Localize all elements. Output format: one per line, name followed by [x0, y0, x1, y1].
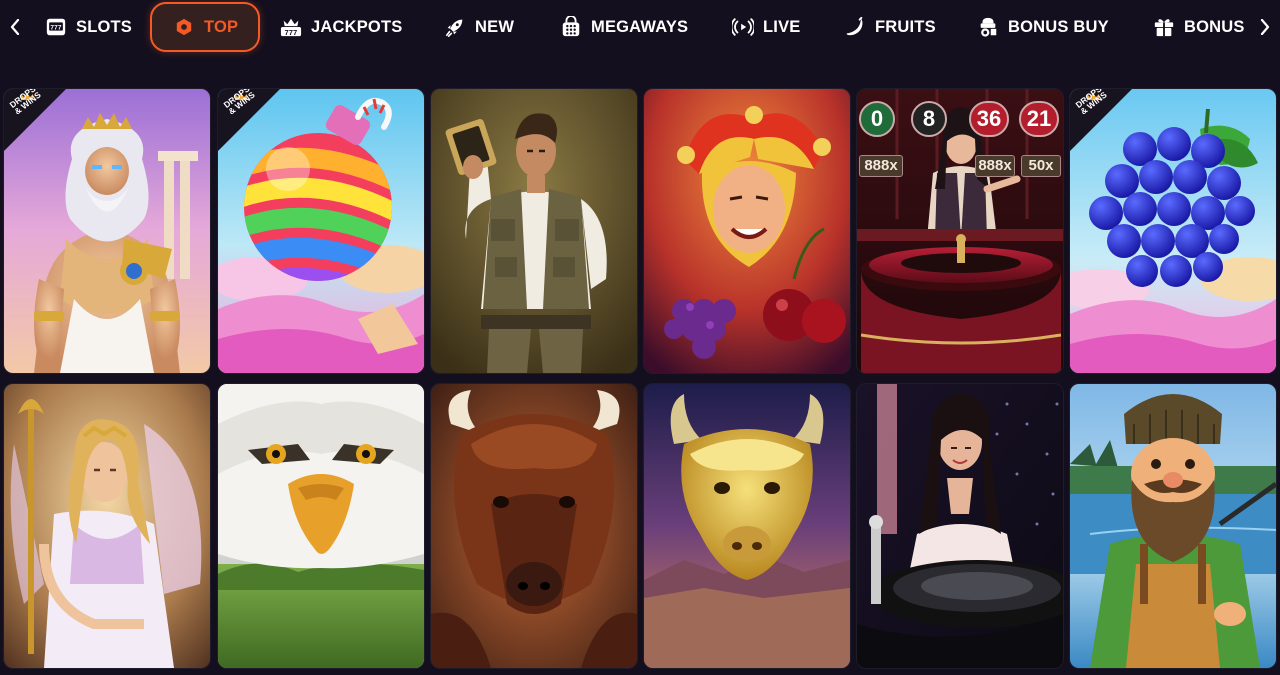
game-tile-golden-buffalo[interactable]	[644, 384, 850, 668]
svg-text:777: 777	[285, 28, 298, 37]
tab-slots[interactable]: 777 SLOTS	[44, 12, 132, 42]
game-tile-joker[interactable]	[644, 89, 850, 373]
tab-label: LIVE	[763, 17, 801, 36]
chevron-left-icon	[10, 19, 20, 35]
rocket-icon	[443, 15, 467, 39]
category-nav: 777 SLOTS TOP 777 JACKPOTS NEW MEGAWAYS	[0, 0, 1280, 54]
tab-label: SLOTS	[76, 17, 133, 36]
game-tile-eagle[interactable]	[218, 384, 424, 668]
tab-label: JACKPOTS	[311, 17, 403, 36]
multiplier-label: 50x	[1021, 155, 1061, 177]
roulette-number-36: 36	[969, 101, 1009, 137]
lumberjack-artwork	[1070, 384, 1276, 668]
drops-wins-badge: DROPS & WINS	[1070, 89, 1132, 151]
drops-wins-badge: DROPS & WINS	[4, 89, 66, 151]
tab-top[interactable]: TOP	[150, 2, 261, 52]
tab-label: BONUS BUY	[1008, 17, 1109, 36]
multiplier-label: 888x	[975, 155, 1015, 177]
live-roulette-artwork	[857, 384, 1063, 668]
eagle-artwork	[218, 384, 424, 668]
tab-bonus[interactable]: BONUS	[1152, 12, 1245, 42]
roulette-number-21: 21	[1019, 101, 1059, 137]
nav-next-button[interactable]	[1257, 16, 1273, 38]
megaways-icon	[559, 15, 583, 39]
tab-label: FRUITS	[875, 17, 936, 36]
tab-live[interactable]: LIVE	[731, 12, 800, 42]
goddess-artwork	[4, 384, 210, 668]
roulette-number-0: 0	[859, 101, 895, 137]
jackpot-777-icon: 777	[279, 15, 303, 39]
tab-megaways[interactable]: MEGAWAYS	[559, 12, 688, 42]
game-tile-buffalo-charge[interactable]	[431, 384, 637, 668]
tab-label: MEGAWAYS	[591, 17, 689, 36]
banana-icon	[843, 15, 867, 39]
tab-new[interactable]: NEW	[443, 12, 514, 42]
game-tile-lumberjack[interactable]	[1070, 384, 1276, 668]
game-tile-grapes[interactable]: DROPS & WINS	[1070, 89, 1276, 373]
slot-machine-icon: 777	[44, 15, 68, 39]
buffalo-charge-artwork	[431, 384, 637, 668]
nav-prev-button[interactable]	[7, 16, 23, 38]
game-tile-goddess[interactable]	[4, 384, 210, 668]
game-tile-roulette-dealer-wheel[interactable]: 0 8 36 21 888x 888x 50x	[857, 89, 1063, 373]
tab-fruits[interactable]: FRUITS	[843, 12, 936, 42]
tab-label: NEW	[475, 17, 515, 36]
roulette-number-8: 8	[911, 101, 947, 137]
hexagon-icon	[172, 15, 196, 39]
live-broadcast-icon	[731, 15, 755, 39]
svg-text:777: 777	[50, 24, 61, 31]
game-tile-zeus[interactable]: DROPS & WINS	[4, 89, 210, 373]
explorer-artwork	[431, 89, 637, 373]
tab-label: BONUS	[1184, 17, 1245, 36]
tab-label: TOP	[204, 17, 239, 36]
joker-artwork	[644, 89, 850, 373]
golden-buffalo-artwork	[644, 384, 850, 668]
bonus-buy-icon	[976, 15, 1000, 39]
game-tile-candy-bomb[interactable]: DROPS & WINS	[218, 89, 424, 373]
multiplier-label: 888x	[859, 155, 903, 177]
chevron-right-icon	[1260, 19, 1270, 35]
game-tile-explorer[interactable]	[431, 89, 637, 373]
game-tile-roulette-dealer[interactable]	[857, 384, 1063, 668]
tab-jackpots[interactable]: 777 JACKPOTS	[279, 12, 402, 42]
tab-bonus-buy[interactable]: BONUS BUY	[976, 12, 1109, 42]
drops-wins-badge: DROPS & WINS	[218, 89, 280, 151]
gift-icon	[1152, 15, 1176, 39]
